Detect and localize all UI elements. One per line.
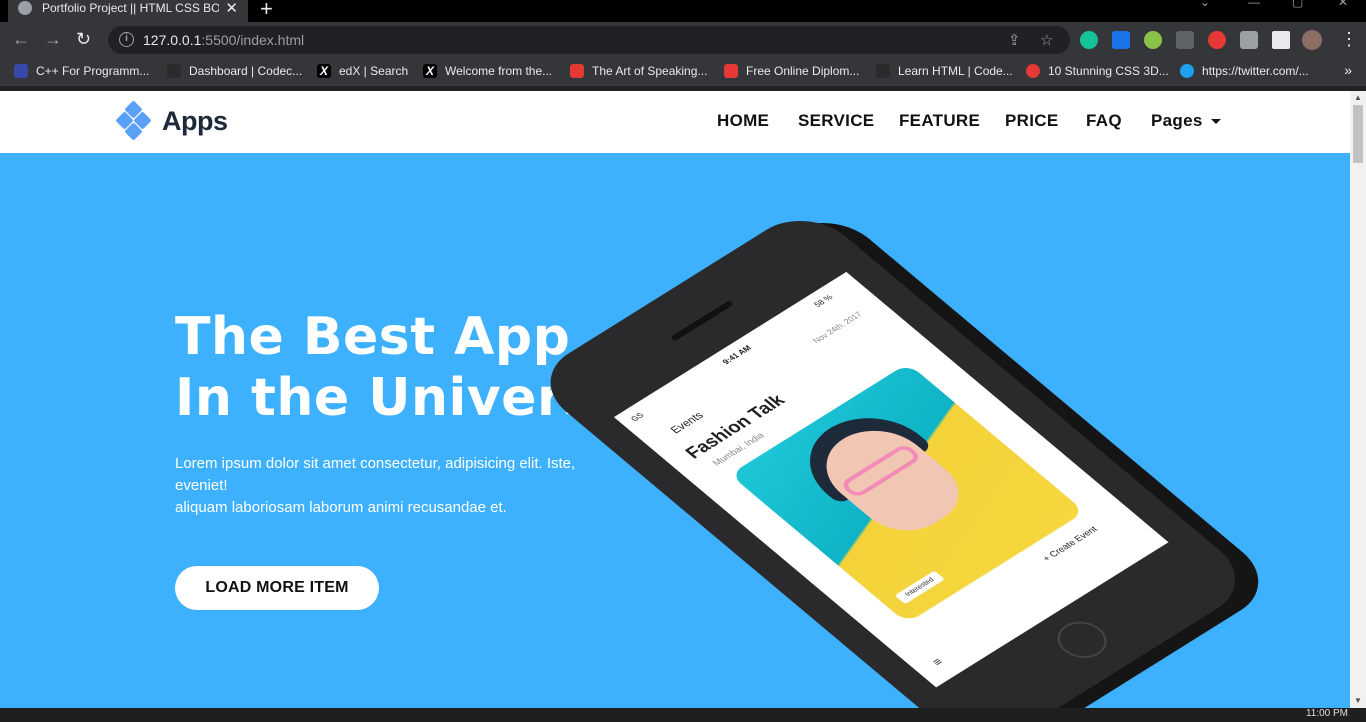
nav-faq[interactable]: FAQ <box>1086 111 1122 131</box>
bookmark-label: 10 Stunning CSS 3D... <box>1048 64 1169 78</box>
bookmark-label: edX | Search <box>339 64 409 78</box>
browser-tabstrip: Portfolio Project || HTML CSS BO ✕ + ⌄ —… <box>0 0 1366 22</box>
address-bar[interactable]: i 127.0.0.1:5500/index.html ⇪ ☆ <box>108 26 1070 54</box>
bookmark-item[interactable]: 10 Stunning CSS 3D... <box>1026 64 1169 78</box>
scroll-down-icon[interactable]: ▼ <box>1354 696 1362 705</box>
caret-down-icon <box>1210 119 1221 125</box>
nav-pages-label: Pages <box>1151 111 1203 130</box>
screen-date: Nov 24th, 2017 <box>810 310 865 345</box>
bookmark-star-icon[interactable]: ☆ <box>1040 31 1053 49</box>
side-panel-icon[interactable] <box>1272 31 1290 49</box>
hero-text-line: Lorem ipsum dolor sit amet consectetur, … <box>175 455 576 494</box>
hero-description: Lorem ipsum dolor sit amet consectetur, … <box>175 453 595 519</box>
site-info-icon[interactable]: i <box>119 32 134 47</box>
bookmark-item[interactable]: https://twitter.com/... <box>1180 64 1309 78</box>
bookmark-item[interactable]: X Welcome from the... <box>423 64 552 78</box>
url-host: 127.0.0.1 <box>143 32 202 48</box>
phone-home-button <box>1047 614 1117 666</box>
bookmarks-overflow-icon[interactable]: » <box>1344 62 1352 78</box>
os-taskbar: 11:00 PM <box>0 708 1366 722</box>
page-viewport: Apps HOME SERVICE FEATURE PRICE FAQ Page… <box>0 91 1350 708</box>
screen-status: GS <box>628 411 646 424</box>
bookmark-item[interactable]: Learn HTML | Code... <box>876 64 1013 78</box>
edx-icon: X <box>317 64 331 78</box>
bookmark-label: C++ For Programm... <box>36 64 150 78</box>
screen-battery: 58 % <box>812 293 835 309</box>
bookmark-label: Learn HTML | Code... <box>898 64 1013 78</box>
screen-time: 9:41 AM <box>720 343 754 367</box>
maximize-icon[interactable]: ▢ <box>1292 0 1303 9</box>
forward-icon[interactable]: → <box>44 29 62 49</box>
puzzle-icon[interactable] <box>1240 31 1258 49</box>
address-url[interactable]: 127.0.0.1:5500/index.html <box>143 32 304 48</box>
browser-toolbar: ← → ↻ i 127.0.0.1:5500/index.html ⇪ ☆ ⋮ <box>0 22 1366 58</box>
nav-price[interactable]: PRICE <box>1005 111 1058 131</box>
eyedropper-icon[interactable] <box>1176 31 1194 49</box>
page-scrollbar[interactable]: ▲ ▼ <box>1350 91 1366 708</box>
globe-icon <box>18 1 32 15</box>
screen-tag: Interested <box>894 570 946 605</box>
nav-feature[interactable]: FEATURE <box>899 111 980 131</box>
bulb-extension-icon[interactable] <box>1144 31 1162 49</box>
reload-icon[interactable]: ↻ <box>76 29 91 49</box>
more-menu-icon[interactable]: ⋮ <box>1340 29 1358 49</box>
phone-speaker <box>669 300 735 342</box>
load-more-button[interactable]: LOAD MORE ITEM <box>175 566 379 610</box>
bookmark-label: https://twitter.com/... <box>1202 64 1309 78</box>
phone-mockup-image: GS 9:41 AM 58 % Events Nov 24th, 2017 Fa… <box>527 178 1284 708</box>
bookmark-label: Welcome from the... <box>445 64 553 78</box>
brand-name: Apps <box>162 105 228 136</box>
bookmark-label: The Art of Speaking... <box>592 64 708 78</box>
cpp-icon <box>14 64 28 78</box>
alison-icon <box>570 64 584 78</box>
scroll-up-icon[interactable]: ▲ <box>1354 93 1362 102</box>
bookmarks-bar: C++ For Programm... Dashboard | Codec...… <box>0 58 1366 86</box>
logo-icon <box>115 100 152 141</box>
codecademy-icon <box>167 64 181 78</box>
bookmark-item[interactable]: Dashboard | Codec... <box>167 64 302 78</box>
bookmark-item[interactable]: XedX | Search <box>317 64 408 78</box>
share-icon[interactable]: ⇪ <box>1008 31 1021 49</box>
nav-home[interactable]: HOME <box>717 111 769 131</box>
grammarly-icon[interactable] <box>1080 31 1098 49</box>
bookmark-item[interactable]: Free Online Diplom... <box>724 64 859 78</box>
new-tab-icon[interactable]: + <box>260 0 273 22</box>
minimize-icon[interactable]: — <box>1248 0 1260 9</box>
scrollbar-thumb[interactable] <box>1353 105 1363 163</box>
nav-service[interactable]: SERVICE <box>798 111 874 131</box>
url-path: :5500/index.html <box>201 32 305 48</box>
bookmark-label: Free Online Diplom... <box>746 64 860 78</box>
bookmark-label: Dashboard | Codec... <box>189 64 303 78</box>
edx-icon: X <box>423 64 437 78</box>
site-logo[interactable]: Apps <box>115 100 228 141</box>
alison-icon <box>724 64 738 78</box>
codecademy-icon <box>876 64 890 78</box>
bookmark-item[interactable]: C++ For Programm... <box>14 64 149 78</box>
tab-search-icon[interactable]: ⌄ <box>1200 0 1210 9</box>
extension-icon[interactable] <box>1112 31 1130 49</box>
close-window-icon[interactable]: ✕ <box>1338 0 1348 9</box>
screen-section: Events <box>668 410 707 437</box>
avatar[interactable] <box>1302 30 1322 50</box>
nav-pages-dropdown[interactable]: Pages <box>1151 111 1221 131</box>
close-tab-icon[interactable]: ✕ <box>225 0 238 17</box>
browser-tab[interactable]: Portfolio Project || HTML CSS BO ✕ <box>8 0 248 22</box>
site-navbar: Apps HOME SERVICE FEATURE PRICE FAQ Page… <box>0 91 1350 153</box>
adblock-icon[interactable] <box>1208 31 1226 49</box>
twitter-icon <box>1180 64 1194 78</box>
youtube-icon <box>1026 64 1040 78</box>
bookmark-item[interactable]: The Art of Speaking... <box>570 64 707 78</box>
phone-body: GS 9:41 AM 58 % Events Nov 24th, 2017 Fa… <box>527 204 1259 708</box>
hamburger-icon: ≡ <box>928 655 947 669</box>
back-icon[interactable]: ← <box>12 29 30 49</box>
hero-text-line: aliquam laboriosam laborum animi recusan… <box>175 499 507 516</box>
tab-title: Portfolio Project || HTML CSS BO <box>42 1 220 15</box>
taskbar-clock: 11:00 PM <box>1305 708 1348 719</box>
